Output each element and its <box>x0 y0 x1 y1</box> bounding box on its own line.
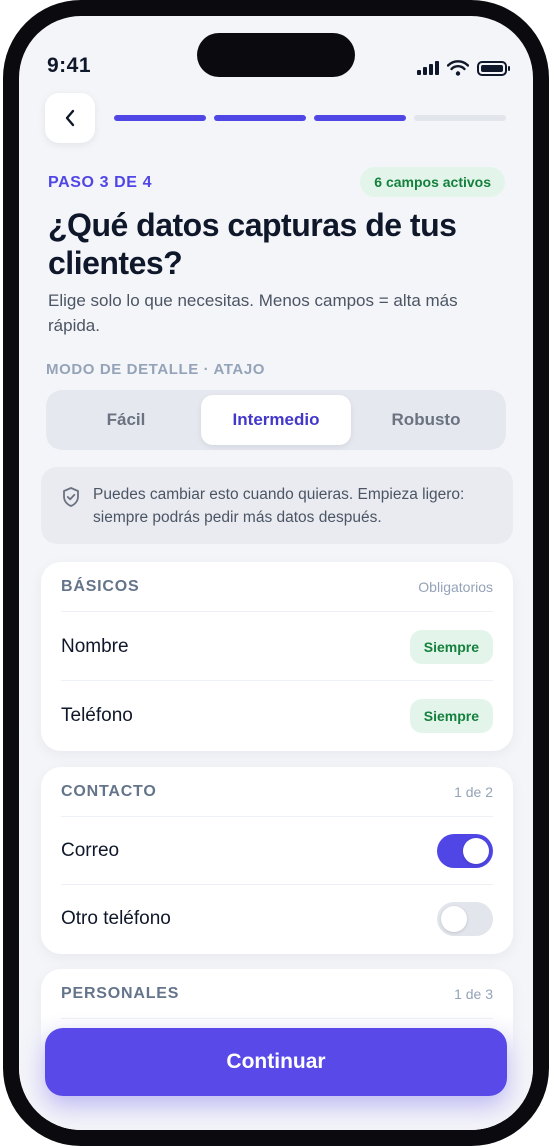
always-badge: Siempre <box>409 629 493 664</box>
cellular-signal-icon <box>417 61 439 75</box>
progress-segment-1 <box>114 115 206 121</box>
status-time: 9:41 <box>47 54 92 77</box>
dynamic-island <box>197 33 355 77</box>
active-fields-badge: 6 campos activos <box>360 167 505 197</box>
field-row-correo: Correo <box>61 817 493 885</box>
section-meta: Obligatorios <box>418 578 493 595</box>
progress-segment-4 <box>414 115 506 121</box>
app-screen: 9:41 PASO 3 DE 4 6 campos activos ¿Qué d… <box>19 16 533 1130</box>
field-label: Correo <box>61 839 120 861</box>
section-title: PERSONALES <box>61 984 180 1002</box>
back-button[interactable] <box>45 93 95 143</box>
progress-segment-2 <box>214 115 306 121</box>
chevron-left-icon <box>65 109 75 127</box>
continue-button[interactable]: Continuar <box>45 1028 507 1096</box>
mode-option-intermedio[interactable]: Intermedio <box>201 395 351 445</box>
section-header: PERSONALES 1 de 3 <box>61 969 493 1019</box>
progress-segment-3 <box>314 115 406 121</box>
mode-option-robusto[interactable]: Robusto <box>351 395 501 445</box>
status-icons <box>417 60 510 76</box>
field-row-otro-telefono: Otro teléfono <box>61 885 493 953</box>
field-label: Otro teléfono <box>61 908 171 929</box>
toggle-knob <box>441 906 467 932</box>
section-basicos: BÁSICOS Obligatorios Nombre Siempre Telé… <box>41 562 513 751</box>
section-title: CONTACTO <box>61 782 157 800</box>
step-progress <box>114 115 506 121</box>
field-row-nombre: Nombre Siempre <box>61 613 493 681</box>
toggle-knob <box>463 837 489 864</box>
section-meta: 1 de 2 <box>454 783 493 800</box>
field-label: Nombre <box>61 635 129 657</box>
page-title: ¿Qué datos capturas de tus clientes? <box>48 207 457 281</box>
step-label: PASO 3 DE 4 <box>48 174 153 191</box>
section-contacto: CONTACTO 1 de 2 Correo Otro teléfono <box>41 767 513 954</box>
page-subtitle: Elige solo lo que necesitas. Menos campo… <box>48 291 458 335</box>
wifi-icon <box>447 60 469 76</box>
detail-mode-label: MODO DE DETALLE · ATAJO <box>46 361 266 378</box>
info-notice: Puedes cambiar esto cuando quieras. Empi… <box>41 467 513 544</box>
notice-text: Puedes cambiar esto cuando quieras. Empi… <box>93 486 465 526</box>
correo-toggle[interactable] <box>437 833 493 868</box>
battery-icon <box>477 60 510 76</box>
shield-check-icon <box>63 487 79 507</box>
detail-mode-selector: Fácil Intermedio Robusto <box>46 390 506 450</box>
mode-option-facil[interactable]: Fácil <box>51 395 201 445</box>
section-header: BÁSICOS Obligatorios <box>61 562 493 612</box>
otro-telefono-toggle[interactable] <box>437 902 493 936</box>
section-meta: 1 de 3 <box>454 985 493 1002</box>
always-badge: Siempre <box>409 699 493 733</box>
field-label: Teléfono <box>61 705 133 726</box>
section-header: CONTACTO 1 de 2 <box>61 767 493 817</box>
field-row-telefono: Teléfono Siempre <box>61 682 493 750</box>
phone-frame: 9:41 PASO 3 DE 4 6 campos activos ¿Qué d… <box>3 0 549 1146</box>
section-title: BÁSICOS <box>61 577 140 595</box>
